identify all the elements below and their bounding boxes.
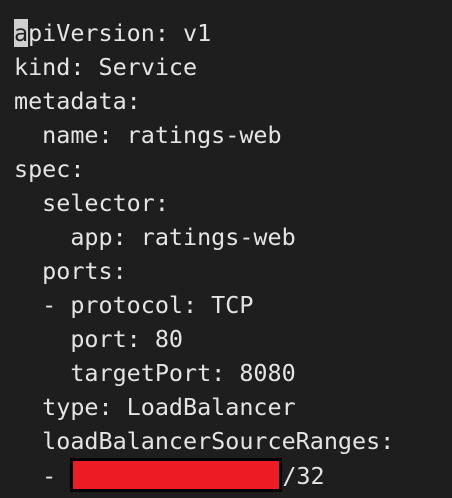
line-text: piVersion: v1 [28, 19, 212, 47]
code-editor[interactable]: apiVersion: v1 kind: Service metadata: nam… [0, 0, 452, 498]
line-suffix: /32 [282, 462, 325, 490]
line-text: type: LoadBalancer [42, 393, 296, 421]
code-line-10: port: 80 [14, 322, 394, 356]
line-text: spec: [14, 155, 85, 183]
line-text: port: 80 [70, 325, 184, 353]
code-line-2: kind: Service [14, 50, 394, 84]
line-text: app: ratings-web [70, 223, 296, 251]
code-line-13: loadBalancerSourceRanges: [14, 424, 394, 458]
code-line-9: - protocol: TCP [14, 288, 394, 322]
code-line-3: metadata: [14, 84, 394, 118]
line-text: - protocol: TCP [42, 291, 254, 319]
line-prefix: - [42, 462, 71, 490]
line-text: metadata: [14, 87, 141, 115]
code-line-11: targetPort: 8080 [14, 356, 394, 390]
yaml-code-block[interactable]: apiVersion: v1 kind: Service metadata: nam… [14, 16, 394, 492]
code-line-12: type: LoadBalancer [14, 390, 394, 424]
redacted-ip-block [70, 458, 283, 492]
line-text: kind: Service [14, 53, 198, 81]
line-text: name: ratings-web [42, 121, 282, 149]
line-text: selector: [42, 189, 169, 217]
code-line-7: app: ratings-web [14, 220, 394, 254]
code-line-4: name: ratings-web [14, 118, 394, 152]
code-line-8: ports: [14, 254, 394, 288]
line-text: targetPort: 8080 [70, 359, 296, 387]
code-line-6: selector: [14, 186, 394, 220]
code-line-14: - /32 [14, 458, 394, 492]
code-line-1: apiVersion: v1 [14, 16, 394, 50]
line-text: loadBalancerSourceRanges: [42, 427, 395, 455]
line-text: ports: [42, 257, 127, 285]
code-line-5: spec: [14, 152, 394, 186]
text-cursor: a [14, 19, 29, 47]
